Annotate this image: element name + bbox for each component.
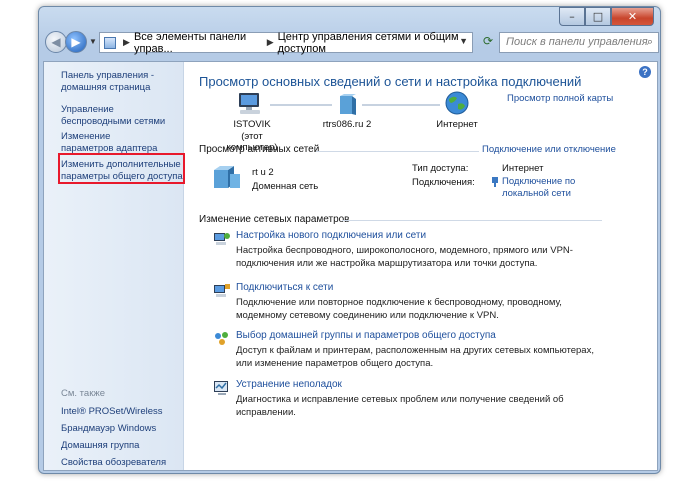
search-input[interactable]: Поиск в панели управления ⌕ — [499, 32, 659, 53]
navigation-bar: ◀ ▶ ▼ ▶ Все элементы панели управ... ▶ Ц… — [43, 31, 659, 57]
forward-arrow-icon: ▶ — [71, 35, 81, 49]
forward-button[interactable]: ▶ — [65, 31, 87, 53]
address-dropdown-icon[interactable]: ▼ — [459, 36, 468, 46]
minimize-button[interactable]: – — [559, 7, 585, 26]
active-network-type[interactable]: Доменная сеть — [252, 181, 318, 192]
breadcrumb-item[interactable]: Все элементы панели управ... — [134, 31, 263, 55]
main-panel: Просмотр основных сведений о сети и наст… — [186, 62, 656, 470]
search-placeholder: Поиск в панели управления — [506, 36, 648, 48]
breadcrumb-chevron-icon[interactable]: ▶ — [267, 37, 274, 48]
computer-name: ISTOVIK — [233, 119, 271, 130]
control-panel-icon — [104, 36, 117, 49]
see-also-firewall[interactable]: Брандмауэр Windows — [61, 423, 156, 435]
sidebar-item-home[interactable]: Панель управления - домашняя страница — [61, 70, 171, 94]
search-icon[interactable]: ⌕ — [647, 36, 653, 49]
change-settings-title: Изменение сетевых параметров — [199, 214, 350, 225]
homegroup-icon — [215, 332, 228, 345]
task-connect-network-desc: Подключение или повторное подключение к … — [236, 297, 562, 321]
close-button[interactable]: ✕ — [611, 7, 654, 26]
task-new-connection-desc: Настройка беспроводного, широкополосного… — [236, 245, 573, 269]
breadcrumb-item[interactable]: Центр управления сетями и общим доступом — [278, 31, 472, 55]
internet-globe-icon[interactable] — [444, 90, 470, 116]
network-setup-icon — [214, 233, 230, 245]
task-new-connection[interactable]: Настройка нового подключения или сети — [236, 230, 426, 241]
address-bar[interactable]: ▶ Все элементы панели управ... ▶ Центр у… — [99, 31, 473, 55]
access-type-value: Интернет — [502, 163, 544, 174]
back-button[interactable]: ◀ — [45, 31, 67, 53]
back-arrow-icon: ◀ — [51, 35, 61, 49]
recent-pages-dropdown[interactable]: ▼ — [89, 37, 97, 46]
computer-icon[interactable] — [236, 92, 264, 116]
task-troubleshoot[interactable]: Устранение неполадок — [236, 379, 342, 390]
lan-connection-icon — [492, 177, 498, 187]
network-center-window: – □ ✕ ◀ ▶ ▼ ▶ Все элементы панели управ.… — [38, 6, 661, 474]
connections-label: Подключения: — [412, 177, 475, 188]
task-homegroup-desc: Доступ к файлам и принтерам, расположенн… — [236, 345, 594, 369]
connect-disconnect-link[interactable]: Подключение или отключение — [482, 144, 616, 155]
active-network-name: rt u 2 — [252, 167, 274, 178]
highlight-frame — [58, 153, 185, 184]
breadcrumb-chevron-icon[interactable]: ▶ — [123, 37, 130, 48]
see-also-title: См. также — [61, 388, 105, 399]
task-connect-network[interactable]: Подключиться к сети — [236, 282, 333, 293]
sidebar: Панель управления - домашняя страница Уп… — [44, 62, 185, 470]
active-networks-title: Просмотр активных сетей — [199, 144, 320, 155]
task-homegroup[interactable]: Выбор домашней группы и параметров общег… — [236, 330, 496, 341]
divider — [342, 220, 602, 221]
lan-connection-link[interactable]: Подключение по локальной сети — [502, 176, 592, 200]
content-area: Панель управления - домашняя страница Уп… — [43, 61, 658, 471]
domain-network-icon — [214, 166, 240, 188]
access-type-label: Тип доступа: — [412, 163, 469, 174]
network-name-label: rtrs086.ru 2 — [322, 119, 372, 130]
troubleshoot-icon — [214, 381, 228, 395]
sidebar-item-adapter[interactable]: Изменение параметров адаптера — [61, 131, 161, 155]
see-also-homegroup[interactable]: Домашняя группа — [61, 440, 139, 452]
connect-network-icon — [214, 284, 230, 297]
task-troubleshoot-desc: Диагностика и исправление сетевых пробле… — [236, 394, 564, 418]
see-also-intel[interactable]: Intel® PROSet/Wireless — [61, 406, 163, 418]
network-device-icon[interactable] — [337, 94, 357, 116]
divider — [316, 151, 479, 152]
sidebar-item-wireless[interactable]: Управление беспроводными сетями — [61, 104, 176, 128]
connection-line — [362, 104, 440, 106]
connection-line — [270, 104, 332, 106]
internet-label: Интернет — [436, 119, 478, 130]
full-map-link[interactable]: Просмотр полной карты — [507, 93, 613, 104]
caption-buttons: – □ ✕ — [559, 7, 654, 26]
page-title: Просмотр основных сведений о сети и наст… — [199, 74, 582, 89]
see-also-browser[interactable]: Свойства обозревателя — [61, 457, 166, 469]
maximize-button[interactable]: □ — [585, 7, 611, 26]
refresh-icon[interactable]: ⟳ — [483, 34, 493, 48]
